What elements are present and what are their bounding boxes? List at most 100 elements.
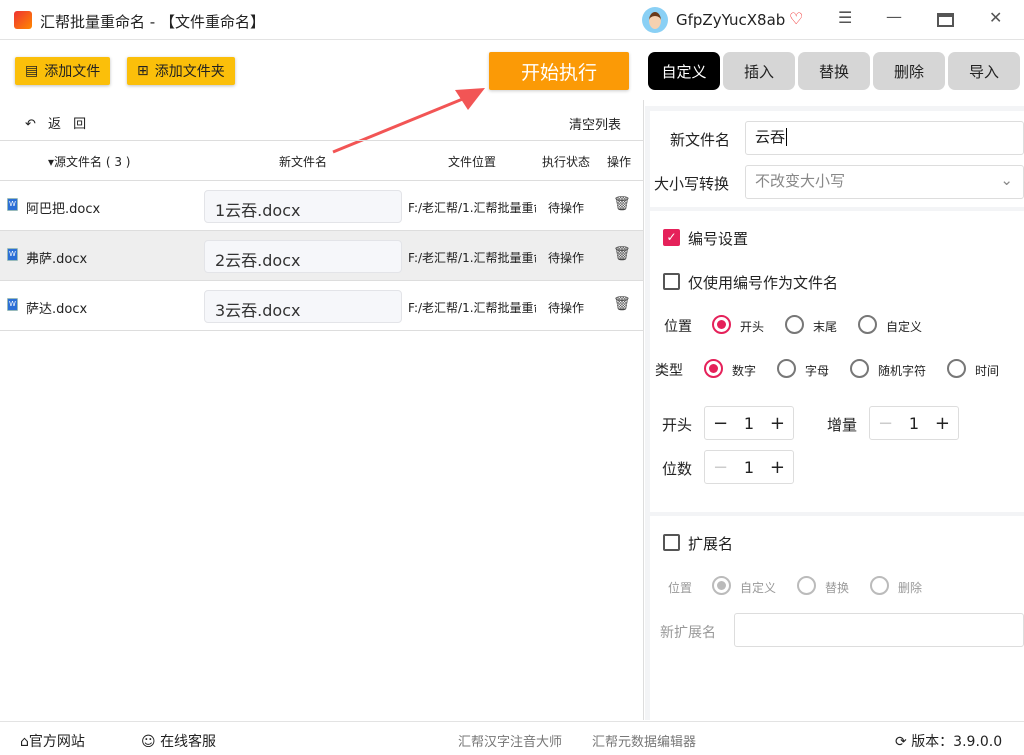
- tab-replace[interactable]: 替换: [798, 52, 870, 90]
- type-radio-number[interactable]: [704, 359, 723, 378]
- position-radio-custom[interactable]: [858, 315, 877, 334]
- pane-divider: [643, 100, 644, 720]
- table-row[interactable]: W 阿巴把.docx 1云吞.docx F:/老汇帮/1.汇帮批量重命名 待操作…: [0, 181, 643, 231]
- only-number-label: 仅使用编号作为文件名: [688, 274, 839, 292]
- app-logo-icon: [14, 11, 32, 29]
- chevron-down-icon: ⌄: [1000, 171, 1013, 189]
- maximize-icon[interactable]: [937, 13, 954, 27]
- support-link[interactable]: ☺ 在线客服: [141, 731, 216, 751]
- case-select[interactable]: 不改变大小写 ⌄: [745, 165, 1024, 199]
- numbering-checkbox[interactable]: ✓: [663, 229, 680, 246]
- radio-label: 末尾: [813, 320, 838, 334]
- start-stepper[interactable]: −1 +: [704, 406, 794, 440]
- ext-radio-delete[interactable]: [870, 576, 889, 595]
- radio-label: 随机字符: [878, 364, 927, 378]
- word-file-icon: W: [7, 248, 18, 261]
- new-name-label: 新文件名: [670, 131, 731, 149]
- file-icon: ▤: [25, 63, 39, 79]
- only-number-checkbox[interactable]: [663, 273, 680, 290]
- source-name: 萨达.docx: [26, 302, 88, 317]
- new-name-input[interactable]: 云吞: [745, 121, 1024, 155]
- extension-label: 扩展名: [688, 535, 734, 553]
- start-label: 开头: [662, 416, 693, 434]
- clear-list-button[interactable]: 清空列表: [569, 114, 621, 133]
- file-location: F:/老汇帮/1.汇帮批量重命名: [408, 251, 536, 265]
- add-folder-button[interactable]: ⊞ 添加文件夹: [127, 57, 235, 85]
- radio-label: 自定义: [886, 320, 923, 334]
- extension-checkbox[interactable]: [663, 534, 680, 551]
- status-text: 待操作: [548, 251, 585, 265]
- link-metadata[interactable]: 汇帮元数据编辑器: [592, 731, 696, 750]
- status-text: 待操作: [548, 301, 585, 315]
- position-label: 位置: [664, 319, 692, 335]
- type-radio-letter[interactable]: [777, 359, 796, 378]
- trash-icon[interactable]: 🗑: [613, 296, 631, 312]
- status-text: 待操作: [548, 201, 585, 215]
- header-action: 操作: [607, 155, 632, 169]
- start-button[interactable]: 开始执行: [489, 52, 629, 90]
- tab-delete[interactable]: 删除: [873, 52, 945, 90]
- tab-import[interactable]: 导入: [948, 52, 1020, 90]
- plus-icon: +: [769, 456, 785, 478]
- position-radio-end[interactable]: [785, 315, 804, 334]
- new-name-field[interactable]: 2云吞.docx: [204, 240, 402, 273]
- trash-icon[interactable]: 🗑: [613, 246, 631, 262]
- increment-label: 增量: [827, 416, 858, 434]
- window-title: 汇帮批量重命名 - 【文件重命名】: [40, 13, 265, 31]
- file-location: F:/老汇帮/1.汇帮批量重命名: [408, 201, 536, 215]
- new-ext-input[interactable]: [734, 613, 1024, 647]
- new-name-field[interactable]: 3云吞.docx: [204, 290, 402, 323]
- digits-stepper[interactable]: −1 +: [704, 450, 794, 484]
- arrow-annotation: [332, 88, 485, 154]
- radio-label: 数字: [732, 364, 757, 378]
- tab-insert[interactable]: 插入: [723, 52, 795, 90]
- radio-label: 删除: [898, 581, 923, 595]
- minus-icon: −: [713, 412, 729, 434]
- header-status: 执行状态: [542, 155, 591, 169]
- link-pinyin[interactable]: 汇帮汉字注音大师: [458, 731, 562, 750]
- ext-radio-replace[interactable]: [797, 576, 816, 595]
- folder-add-icon: ⊞: [137, 63, 149, 79]
- vip-diamond-icon[interactable]: ♡: [789, 9, 803, 28]
- source-name: 弗萨.docx: [26, 252, 88, 267]
- ext-radio-custom[interactable]: [712, 576, 731, 595]
- source-name: 阿巴把.docx: [26, 202, 101, 217]
- position-radio-start[interactable]: [712, 315, 731, 334]
- add-file-button[interactable]: ▤ 添加文件: [15, 57, 111, 85]
- word-file-icon: W: [7, 298, 18, 311]
- radio-label: 开头: [740, 320, 765, 334]
- divider: [0, 140, 643, 141]
- minus-icon: −: [878, 412, 894, 434]
- close-icon[interactable]: ✕: [989, 8, 1002, 27]
- radio-label: 自定义: [740, 581, 777, 595]
- numbering-label: 编号设置: [688, 230, 749, 248]
- new-name-field[interactable]: 1云吞.docx: [204, 190, 402, 223]
- radio-label: 字母: [805, 364, 830, 378]
- minimize-icon[interactable]: —: [886, 7, 902, 26]
- new-ext-label: 新扩展名: [660, 625, 716, 641]
- increment-stepper[interactable]: −1 +: [869, 406, 959, 440]
- menu-icon[interactable]: ☰: [838, 8, 852, 27]
- header-source[interactable]: ▾源文件名 ( 3 ): [48, 153, 130, 170]
- header-location: 文件位置: [448, 155, 497, 169]
- avatar[interactable]: [642, 7, 668, 33]
- table-row[interactable]: W 萨达.docx 3云吞.docx F:/老汇帮/1.汇帮批量重命名 待操作 …: [0, 281, 643, 331]
- plus-icon: +: [934, 412, 950, 434]
- radio-label: 替换: [825, 581, 850, 595]
- plus-icon: +: [769, 412, 785, 434]
- trash-icon[interactable]: 🗑: [613, 196, 631, 212]
- header-new-name: 新文件名: [279, 155, 328, 169]
- home-icon: ⌂: [20, 734, 29, 750]
- type-radio-time[interactable]: [947, 359, 966, 378]
- headset-icon: ☺: [141, 734, 156, 750]
- back-button[interactable]: ↶ 返 回: [25, 113, 90, 132]
- tab-custom[interactable]: 自定义: [648, 52, 720, 90]
- table-row[interactable]: W 弗萨.docx 2云吞.docx F:/老汇帮/1.汇帮批量重命名 待操作 …: [0, 231, 643, 281]
- case-label: 大小写转换: [654, 175, 730, 193]
- undo-icon: ↶: [25, 117, 49, 132]
- website-link[interactable]: ⌂官方网站: [20, 731, 85, 751]
- username[interactable]: GfpZyYucX8ab: [676, 11, 785, 29]
- digits-label: 位数: [662, 460, 693, 478]
- type-radio-random[interactable]: [850, 359, 869, 378]
- version-info[interactable]: ⟳ 版本：3.9.0.0: [895, 731, 1002, 751]
